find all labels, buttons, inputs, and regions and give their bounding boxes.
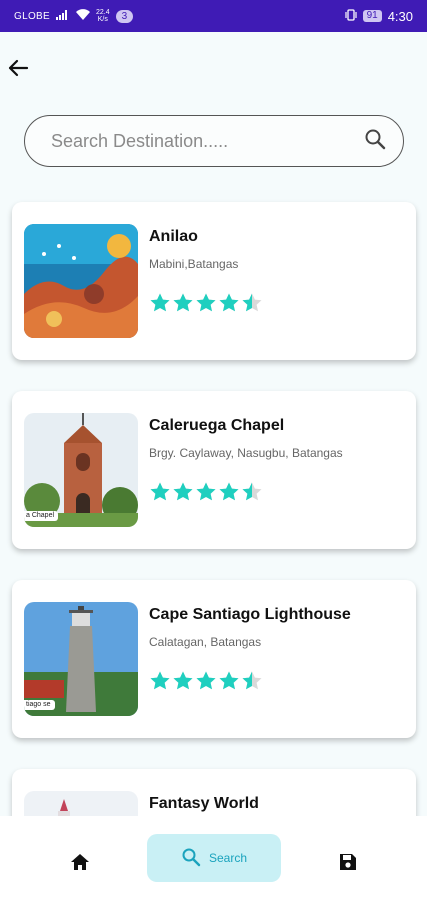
net-speed-value: 22.4 [95,9,110,16]
nav-home-button[interactable] [58,842,102,886]
signal-icon [55,9,70,23]
home-icon [70,852,90,877]
image-caption: tiago se [24,700,55,710]
destination-card[interactable]: Anilao Mabini,Batangas [12,202,416,360]
destination-list[interactable]: Anilao Mabini,Batangas a Chapel Calerueg… [0,190,427,816]
nav-search-label: Search [208,851,248,865]
search-icon [181,847,201,870]
star-icon [241,670,263,697]
search-bar [24,115,404,167]
search-input[interactable] [51,130,361,152]
search-button[interactable] [361,127,389,155]
destination-title: Fantasy World [149,795,259,812]
star-icon [195,292,217,319]
net-speed: 22.4 K/s [96,9,110,23]
rating-stars [149,292,263,319]
star-icon [218,670,240,697]
star-icon [172,481,194,508]
net-speed-unit: K/s [97,16,108,23]
wifi-icon [75,9,90,23]
search-icon [364,128,386,155]
destination-image: tiago se [24,602,138,716]
star-icon [241,481,263,508]
arrow-left-icon [6,56,30,85]
rating-stars [149,481,263,508]
nav-search-button[interactable]: Search [147,834,281,882]
destination-card[interactable]: a Chapel Caleruega Chapel Brgy. Caylaway… [12,391,416,549]
star-icon [241,292,263,319]
nav-saved-button[interactable] [326,842,370,886]
status-bar: GLOBE 22.4 K/s 3 91 4:30 [0,0,427,32]
carrier-label: GLOBE [14,10,50,22]
destination-location: Calatagan, Batangas [149,635,262,649]
back-button[interactable] [4,56,32,84]
destination-image: a Chapel [24,413,138,527]
destination-image [24,224,138,338]
destination-card[interactable]: Fantasy World [12,769,416,816]
bottom-navigation: Search [0,816,427,900]
destination-location: Mabini,Batangas [149,257,239,271]
destination-title: Caleruega Chapel [149,417,285,434]
image-caption: a Chapel [24,511,59,521]
destination-image [24,791,138,816]
rating-stars [149,670,263,697]
destination-card[interactable]: tiago se Cape Santiago Lighthouse Calata… [12,580,416,738]
star-icon [149,481,171,508]
battery-indicator: 91 [362,10,382,22]
notification-count-badge: 3 [115,9,134,23]
star-icon [149,670,171,697]
clock: 4:30 [387,8,413,24]
destination-title: Cape Santiago Lighthouse [149,606,351,623]
vibrate-icon [344,8,357,24]
destination-location: Brgy. Caylaway, Nasugbu, Batangas [149,446,343,460]
star-icon [218,481,240,508]
star-icon [172,292,194,319]
star-icon [172,670,194,697]
star-icon [218,292,240,319]
star-icon [195,670,217,697]
save-icon [338,852,358,877]
star-icon [149,292,171,319]
star-icon [195,481,217,508]
destination-title: Anilao [149,228,198,245]
